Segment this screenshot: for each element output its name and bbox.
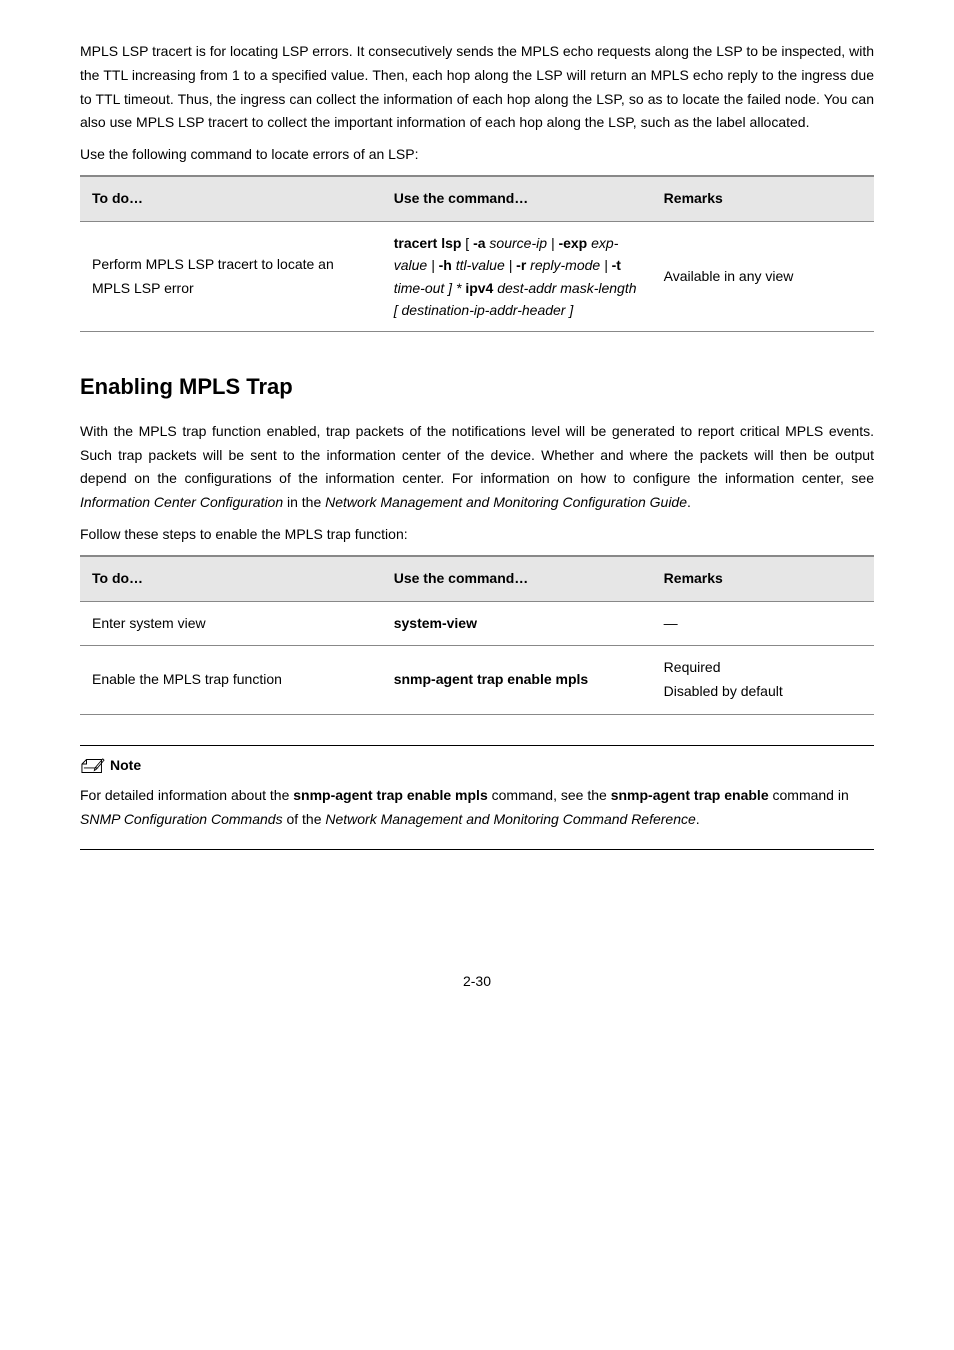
note-header: Note bbox=[80, 754, 874, 778]
text-span: For detailed information about the bbox=[80, 787, 293, 803]
table-cell: — bbox=[652, 601, 874, 646]
cmd-keyword: snmp-agent trap enable bbox=[611, 787, 769, 803]
cmd-keyword: tracert lsp bbox=[394, 235, 462, 251]
cmd-keyword: -a bbox=[473, 235, 485, 251]
cmd-arg: time-out ] * bbox=[394, 280, 466, 296]
table-header: Use the command… bbox=[382, 556, 652, 601]
text-span: With the MPLS trap function enabled, tra… bbox=[80, 423, 874, 487]
italic-reference: SNMP Configuration Commands bbox=[80, 811, 283, 827]
text-span: in the bbox=[283, 494, 325, 510]
body-paragraph: Follow these steps to enable the MPLS tr… bbox=[80, 523, 874, 547]
table-header: Remarks bbox=[652, 176, 874, 221]
table-header: To do… bbox=[80, 176, 382, 221]
table-cell: system-view bbox=[382, 601, 652, 646]
text-span: command, see the bbox=[488, 787, 611, 803]
body-paragraph: With the MPLS trap function enabled, tra… bbox=[80, 420, 874, 515]
command-table-2: To do… Use the command… Remarks Enter sy… bbox=[80, 555, 874, 715]
table-cell: tracert lsp [ -a source-ip | -exp exp-va… bbox=[382, 221, 652, 332]
note-body: For detailed information about the snmp-… bbox=[80, 784, 874, 832]
divider bbox=[80, 849, 874, 850]
cmd-arg: ttl-value | bbox=[452, 257, 516, 273]
table-cell: Required Disabled by default bbox=[652, 646, 874, 715]
section-heading: Enabling MPLS Trap bbox=[80, 368, 874, 405]
cmd-keyword: -r bbox=[516, 257, 526, 273]
table-cell: Perform MPLS LSP tracert to locate an MP… bbox=[80, 221, 382, 332]
cmd-keyword: snmp-agent trap enable mpls bbox=[293, 787, 487, 803]
italic-reference: Network Management and Monitoring Config… bbox=[325, 494, 687, 510]
cmd-arg: source-ip | bbox=[486, 235, 559, 251]
cmd-text: [ bbox=[461, 235, 473, 251]
body-paragraph: MPLS LSP tracert is for locating LSP err… bbox=[80, 40, 874, 135]
italic-reference: Information Center Configuration bbox=[80, 494, 283, 510]
cmd-keyword: snmp-agent trap enable mpls bbox=[394, 671, 588, 687]
table-cell: Enter system view bbox=[80, 601, 382, 646]
page-number: 2-30 bbox=[80, 970, 874, 994]
body-paragraph: Use the following command to locate erro… bbox=[80, 143, 874, 167]
table-cell: Available in any view bbox=[652, 221, 874, 332]
cmd-keyword: system-view bbox=[394, 615, 477, 631]
table-header: Use the command… bbox=[382, 176, 652, 221]
table-header: To do… bbox=[80, 556, 382, 601]
note-icon bbox=[80, 755, 106, 777]
italic-reference: Network Management and Monitoring Comman… bbox=[325, 811, 695, 827]
text-span: . bbox=[687, 494, 691, 510]
text-span: . bbox=[696, 811, 700, 827]
cmd-arg: reply-mode | bbox=[526, 257, 611, 273]
cmd-keyword: -exp bbox=[558, 235, 587, 251]
text-span: command in bbox=[769, 787, 849, 803]
table-cell: Enable the MPLS trap function bbox=[80, 646, 382, 715]
cell-line: Disabled by default bbox=[664, 680, 862, 704]
table-cell: snmp-agent trap enable mpls bbox=[382, 646, 652, 715]
cmd-keyword: -t bbox=[612, 257, 621, 273]
divider bbox=[80, 745, 874, 746]
note-label: Note bbox=[110, 754, 141, 778]
table-header: Remarks bbox=[652, 556, 874, 601]
cmd-keyword: -h bbox=[439, 257, 452, 273]
command-table-1: To do… Use the command… Remarks Perform … bbox=[80, 175, 874, 332]
text-span: of the bbox=[283, 811, 326, 827]
cell-line: Required bbox=[664, 656, 862, 680]
cmd-keyword: ipv4 bbox=[465, 280, 493, 296]
